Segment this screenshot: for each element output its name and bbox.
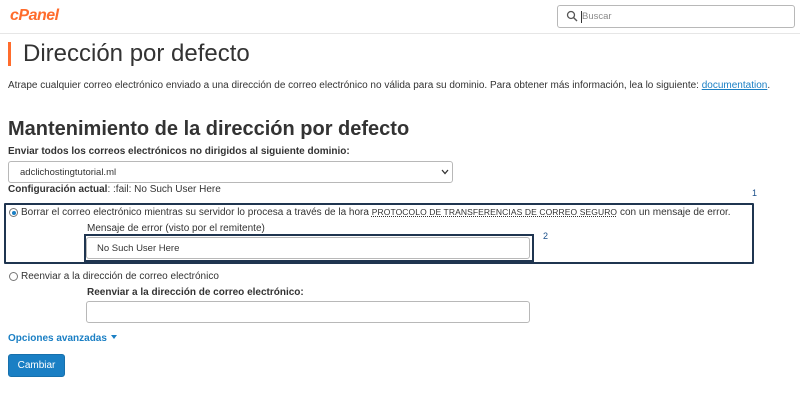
cpanel-logo[interactable]: cPanel — [10, 7, 59, 25]
caret-down-icon — [110, 335, 117, 339]
intro-text: Atrape cualquier correo electrónico envi… — [8, 80, 770, 91]
smtp-abbreviation: PROTOCOLO DE TRANSFERENCIAS DE CORREO SE… — [371, 207, 618, 217]
advanced-options-toggle[interactable]: Opciones avanzadas — [8, 333, 117, 344]
forward-address-input[interactable] — [86, 301, 530, 323]
current-config: Configuración actual: :fail: No Such Use… — [8, 184, 221, 195]
search-box[interactable] — [557, 5, 795, 28]
error-message-input[interactable] — [86, 237, 530, 259]
intro-description: Atrape cualquier correo electrónico envi… — [8, 80, 699, 91]
discard-label-end: con un mensaje de error. — [619, 207, 731, 218]
domain-label: Enviar todos los correos electrónicos no… — [8, 146, 350, 157]
intro-period: . — [767, 80, 771, 91]
discard-radio[interactable] — [9, 208, 18, 217]
error-message-label: Mensaje de error (visto por el remitente… — [87, 223, 265, 234]
discard-option-label: Borrar el correo electrónico mientras su… — [21, 207, 731, 218]
forward-option-label: Reenviar a la dirección de correo electr… — [21, 271, 219, 282]
annotation-number-2: 2 — [543, 231, 549, 241]
top-bar: cPanel — [0, 0, 800, 34]
annotation-number-1: 1 — [752, 188, 758, 198]
documentation-link[interactable]: documentation — [702, 80, 768, 91]
discard-label-start: Borrar el correo electrónico mientras su… — [21, 207, 369, 218]
domain-select-value: adclichostingtutorial.ml — [20, 167, 117, 178]
current-config-label: Configuración actual — [8, 184, 108, 195]
domain-select[interactable]: adclichostingtutorial.ml — [8, 161, 453, 183]
title-accent-bar — [8, 42, 11, 66]
page-title: Dirección por defecto — [23, 40, 250, 67]
section-title: Mantenimiento de la dirección por defect… — [8, 118, 410, 140]
advanced-options-label: Opciones avanzadas — [8, 333, 107, 344]
forward-address-label: Reenviar a la dirección de correo electr… — [87, 287, 304, 298]
current-config-value: : :fail: No Such User Here — [107, 184, 221, 195]
search-icon — [566, 10, 578, 22]
search-input[interactable] — [582, 8, 787, 25]
chevron-down-icon — [441, 169, 449, 175]
forward-radio[interactable] — [9, 272, 18, 281]
submit-button[interactable]: Cambiar — [8, 354, 65, 377]
